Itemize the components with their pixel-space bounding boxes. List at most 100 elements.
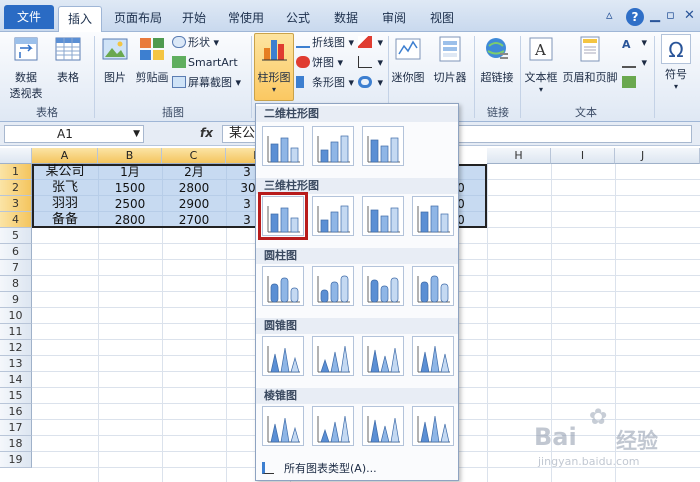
window-minimize-icon[interactable]: ▁ (650, 8, 660, 23)
tab-review[interactable]: 审阅 (372, 6, 416, 32)
cell-a3[interactable]: 羽羽 (34, 196, 96, 212)
line-chart-button[interactable]: 折线图 ▾ (296, 34, 354, 52)
select-all-corner[interactable] (0, 148, 32, 164)
row-header[interactable]: 18 (0, 436, 32, 452)
close-icon[interactable]: ✕ (684, 8, 695, 23)
row-header[interactable]: 8 (0, 276, 32, 292)
row-header[interactable]: 4 (0, 212, 32, 228)
object-button[interactable] (622, 74, 638, 92)
cell-c2[interactable]: 2800 (162, 180, 226, 196)
cone-chart-option-4[interactable] (412, 336, 454, 376)
slicer-button[interactable]: 切片器 (430, 34, 470, 85)
cyl-chart-option-3[interactable] (362, 266, 404, 306)
textbox-button[interactable]: A 文本框 ▾ (522, 34, 560, 94)
symbol-button[interactable]: Ω 符号 ▾ (658, 34, 694, 91)
column-header-a[interactable]: A (32, 148, 98, 164)
tab-file[interactable]: 文件 (4, 5, 54, 29)
cell-b4[interactable]: 2800 (98, 212, 162, 228)
column-header-b[interactable]: B (98, 148, 162, 164)
column-header-i[interactable]: I (551, 148, 615, 164)
hyperlink-button[interactable]: 超链接 (478, 34, 516, 85)
cell-a1[interactable]: 某公司 (34, 164, 96, 180)
cone-chart-option-2[interactable] (312, 336, 354, 376)
shapes-button[interactable]: 形状 ▾ (172, 34, 219, 52)
all-chart-types-link[interactable]: 所有图表类型(A)... (262, 460, 377, 476)
col3d-chart-option-1[interactable] (258, 192, 308, 240)
row-header[interactable]: 7 (0, 260, 32, 276)
row-header[interactable]: 12 (0, 340, 32, 356)
cell-d2[interactable]: 30 (240, 180, 256, 196)
cone-chart-option-3[interactable] (362, 336, 404, 376)
pyr-chart-option-3[interactable] (362, 406, 404, 446)
cell-b2[interactable]: 1500 (98, 180, 162, 196)
column-header-j[interactable]: J (615, 148, 700, 164)
tab-data[interactable]: 数据 (324, 6, 368, 32)
window-restore-icon[interactable]: ▫ (666, 8, 675, 23)
help-icon[interactable]: ? (626, 8, 644, 26)
row-header[interactable]: 1 (0, 164, 32, 180)
cone-chart-option-1[interactable] (262, 336, 304, 376)
clipart-button[interactable]: 剪贴画 (134, 34, 170, 85)
col2d-chart-option-1[interactable] (262, 126, 304, 166)
tab-view[interactable]: 视图 (420, 6, 464, 32)
col3d-chart-option-3[interactable] (362, 196, 404, 236)
cell-d1[interactable]: 3 (240, 164, 254, 180)
cell-c3[interactable]: 2900 (162, 196, 226, 212)
cell-d3[interactable]: 3 (240, 196, 254, 212)
col3d-chart-option-2[interactable] (312, 196, 354, 236)
row-header[interactable]: 16 (0, 404, 32, 420)
cell-c4[interactable]: 2700 (162, 212, 226, 228)
picture-button[interactable]: 图片 (98, 34, 132, 85)
row-header[interactable]: 6 (0, 244, 32, 260)
cyl-chart-option-4[interactable] (412, 266, 454, 306)
signature-line-button[interactable]: ▾ (622, 54, 647, 72)
cell-a4[interactable]: 备备 (34, 212, 96, 228)
cyl-chart-option-1[interactable] (262, 266, 304, 306)
col2d-chart-option-2[interactable] (312, 126, 354, 166)
chevron-down-icon[interactable]: ▼ (133, 126, 140, 142)
row-header[interactable]: 19 (0, 452, 32, 468)
row-header[interactable]: 15 (0, 388, 32, 404)
table-button[interactable]: 表格 (50, 34, 86, 85)
row-header[interactable]: 3 (0, 196, 32, 212)
cell-b1[interactable]: 1月 (98, 164, 162, 180)
row-header[interactable]: 13 (0, 356, 32, 372)
scatter-chart-button[interactable]: ▾ (358, 54, 383, 72)
tab-home[interactable]: 开始 (172, 6, 216, 32)
cell-a2[interactable]: 张飞 (34, 180, 96, 196)
row-header[interactable]: 5 (0, 228, 32, 244)
col3d-chart-option-4[interactable] (412, 196, 454, 236)
cell-d4[interactable]: 3 (240, 212, 254, 228)
pyr-chart-option-4[interactable] (412, 406, 454, 446)
pyr-chart-option-1[interactable] (262, 406, 304, 446)
pyr-chart-option-2[interactable] (312, 406, 354, 446)
area-chart-button[interactable]: ▾ (358, 34, 383, 52)
column-header-h[interactable]: H (487, 148, 551, 164)
tab-formulas[interactable]: 公式 (276, 6, 320, 32)
column-chart-button[interactable]: 柱形图 ▾ (254, 33, 294, 101)
tab-frequent[interactable]: 常使用 (220, 6, 272, 32)
row-header[interactable]: 9 (0, 292, 32, 308)
insert-function-icon[interactable]: fx (200, 126, 213, 140)
screenshot-button[interactable]: 屏幕截图 ▾ (172, 74, 241, 92)
tab-page-layout[interactable]: 页面布局 (106, 6, 170, 32)
wordart-button[interactable]: A ▾ (622, 34, 647, 52)
pie-chart-button[interactable]: 饼图 ▾ (296, 54, 343, 72)
header-footer-button[interactable]: 页眉和页脚 (562, 34, 618, 85)
row-header[interactable]: 11 (0, 324, 32, 340)
other-charts-button[interactable]: ▾ (358, 74, 383, 92)
name-box[interactable]: A1 ▼ (4, 125, 144, 143)
smartart-button[interactable]: SmartArt (172, 54, 238, 72)
row-header[interactable]: 10 (0, 308, 32, 324)
bar-chart-button[interactable]: 条形图 ▾ (296, 74, 354, 92)
pivot-table-button[interactable]: 数据 透视表 (4, 34, 48, 101)
cyl-chart-option-2[interactable] (312, 266, 354, 306)
col2d-chart-option-3[interactable] (362, 126, 404, 166)
column-header-c[interactable]: C (162, 148, 226, 164)
tab-insert[interactable]: 插入 (58, 6, 102, 33)
row-header[interactable]: 2 (0, 180, 32, 196)
cell-c1[interactable]: 2月 (162, 164, 226, 180)
row-header[interactable]: 14 (0, 372, 32, 388)
ribbon-minimize-icon[interactable]: ▵ (606, 8, 613, 23)
row-header[interactable]: 17 (0, 420, 32, 436)
